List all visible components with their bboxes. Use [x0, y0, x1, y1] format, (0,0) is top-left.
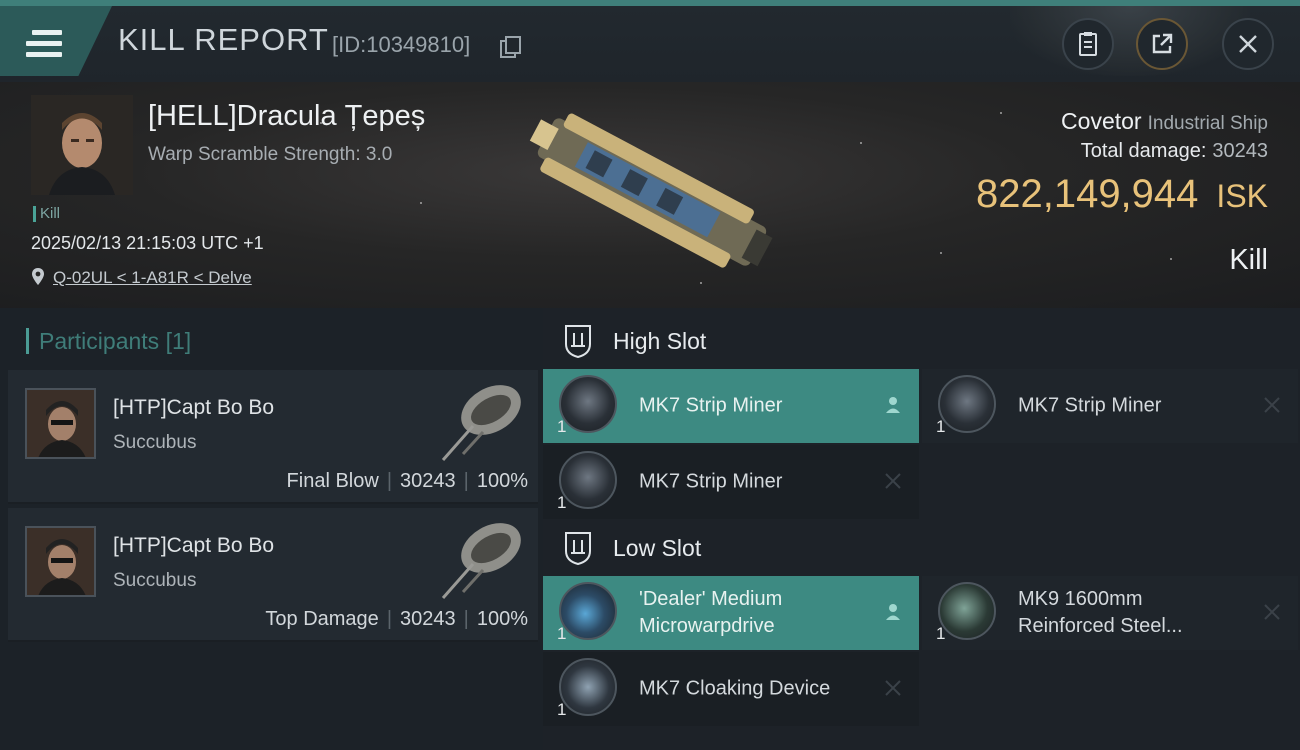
cloaking-device-icon — [559, 658, 617, 716]
low-slot-header: Low Slot — [563, 531, 701, 565]
close-icon — [1239, 35, 1257, 53]
module-name: MK7 Strip Miner — [1018, 394, 1162, 417]
kill-badge: Kill — [33, 206, 60, 222]
fitted-person-icon — [886, 397, 900, 413]
participant-card[interactable]: [HTP]Capt Bo Bo Succubus Top Damage | 3024… — [8, 508, 538, 642]
participant-stats: Final Blow | 30243 | 100% — [286, 470, 528, 492]
participant-card[interactable]: [HTP]Capt Bo Bo Succubus Final Blow | 3024… — [8, 370, 538, 504]
total-damage-value: 30243 — [1212, 140, 1268, 162]
destroyed-x-icon — [885, 473, 901, 489]
share-icon — [1152, 33, 1173, 54]
succubus-ship-image — [441, 385, 521, 461]
total-damage: Total damage: 30243 — [1080, 140, 1268, 162]
covetor-ship-image — [529, 113, 773, 268]
module-slot[interactable]: 1 MK7 Strip Miner — [922, 369, 1298, 443]
victim-avatar[interactable] — [31, 95, 133, 195]
module-qty: 1 — [936, 624, 946, 643]
strip-miner-icon — [938, 375, 996, 433]
destroyed-x-icon — [1264, 604, 1280, 620]
participant-name[interactable]: [HTP]Capt Bo Bo — [113, 396, 274, 420]
module-slot[interactable]: 1 MK9 1600mm Reinforced Steel... — [922, 576, 1298, 650]
module-name: MK7 Strip Miner — [639, 470, 783, 493]
location-pin-icon — [32, 268, 44, 285]
planet-backdrop — [1010, 6, 1250, 76]
strip-miner-icon — [559, 375, 617, 433]
participant-avatar[interactable] — [25, 388, 96, 459]
participant-role: Top Damage — [265, 608, 379, 630]
module-qty: 1 — [557, 624, 567, 643]
participant-ship: Succubus — [113, 432, 197, 453]
page-title: KILL REPORT — [118, 22, 329, 57]
fitting-panel: High Slot 1 MK7 Strip Miner 1 MK7 Strip … — [543, 308, 1300, 750]
destroyed-x-icon — [885, 680, 901, 696]
module-name: MK7 Cloaking Device — [639, 677, 831, 700]
strip-miner-icon — [559, 451, 617, 509]
module-slot[interactable]: 1 MK7 Strip Miner — [543, 445, 919, 519]
module-qty: 1 — [557, 493, 567, 512]
participants-panel: Participants [1] [HTP]Capt Bo Bo Succubu… — [0, 308, 543, 750]
participant-percent: 100% — [476, 470, 528, 492]
high-slot-header: High Slot — [563, 324, 706, 358]
notes-icon — [1079, 32, 1097, 56]
module-slot[interactable]: 1 MK7 Strip Miner — [543, 369, 919, 443]
participants-title: Participants [1] — [26, 328, 191, 354]
participant-ship: Succubus — [113, 570, 197, 591]
armor-plate-icon — [938, 582, 996, 640]
module-qty: 1 — [557, 417, 567, 436]
participant-role: Final Blow — [286, 470, 379, 492]
warp-scramble-strength: Warp Scramble Strength: 3.0 — [148, 144, 393, 165]
menu-icon — [26, 30, 62, 58]
notes-button[interactable] — [1062, 18, 1114, 70]
kill-result: Kill — [1229, 244, 1268, 276]
module-name: 'Dealer' Medium Microwarpdrive — [639, 588, 783, 637]
low-slot-icon — [565, 532, 591, 565]
microwarpdrive-icon — [559, 582, 617, 640]
ship-class: Industrial Ship — [1147, 113, 1268, 134]
isk-value: 822,149,944 ISK — [975, 172, 1268, 216]
participant-avatar[interactable] — [25, 526, 96, 597]
module-qty: 1 — [557, 700, 567, 719]
module-qty: 1 — [936, 417, 946, 436]
close-button[interactable] — [1222, 18, 1274, 70]
participant-percent: 100% — [476, 608, 528, 630]
isk-unit: ISK — [1216, 178, 1268, 214]
copy-icon[interactable] — [500, 36, 521, 58]
participant-damage: 30243 — [400, 470, 456, 492]
participant-damage: 30243 — [400, 608, 456, 630]
module-slot[interactable]: 1 MK7 Cloaking Device — [543, 652, 919, 726]
participant-stats: Top Damage | 30243 | 100% — [265, 608, 528, 630]
participants-count: [1] — [165, 328, 192, 354]
participant-name[interactable]: [HTP]Capt Bo Bo — [113, 534, 274, 558]
victim-name[interactable]: [HELL]Dracula Țepeș — [148, 100, 425, 133]
kill-banner: [HELL]Dracula Țepeș Warp Scramble Streng… — [0, 82, 1300, 308]
share-button[interactable] — [1136, 18, 1188, 70]
module-name: MK9 1600mm Reinforced Steel... — [1018, 588, 1183, 637]
succubus-ship-image — [441, 523, 521, 599]
module-name: MK7 Strip Miner — [639, 394, 783, 417]
high-slot-icon — [565, 325, 591, 358]
destroyed-x-icon — [1264, 397, 1280, 413]
fitted-person-icon — [886, 604, 900, 620]
ship-name: Covetor Industrial Ship — [1061, 108, 1268, 134]
location-link[interactable]: Q-02UL < 1-A81R < Delve — [53, 268, 252, 288]
module-slot[interactable]: 1 'Dealer' Medium Microwarpdrive — [543, 576, 919, 650]
kill-datetime: 2025/02/13 21:15:03 UTC +1 — [31, 233, 264, 253]
report-id: [ID:10349810] — [332, 32, 471, 57]
